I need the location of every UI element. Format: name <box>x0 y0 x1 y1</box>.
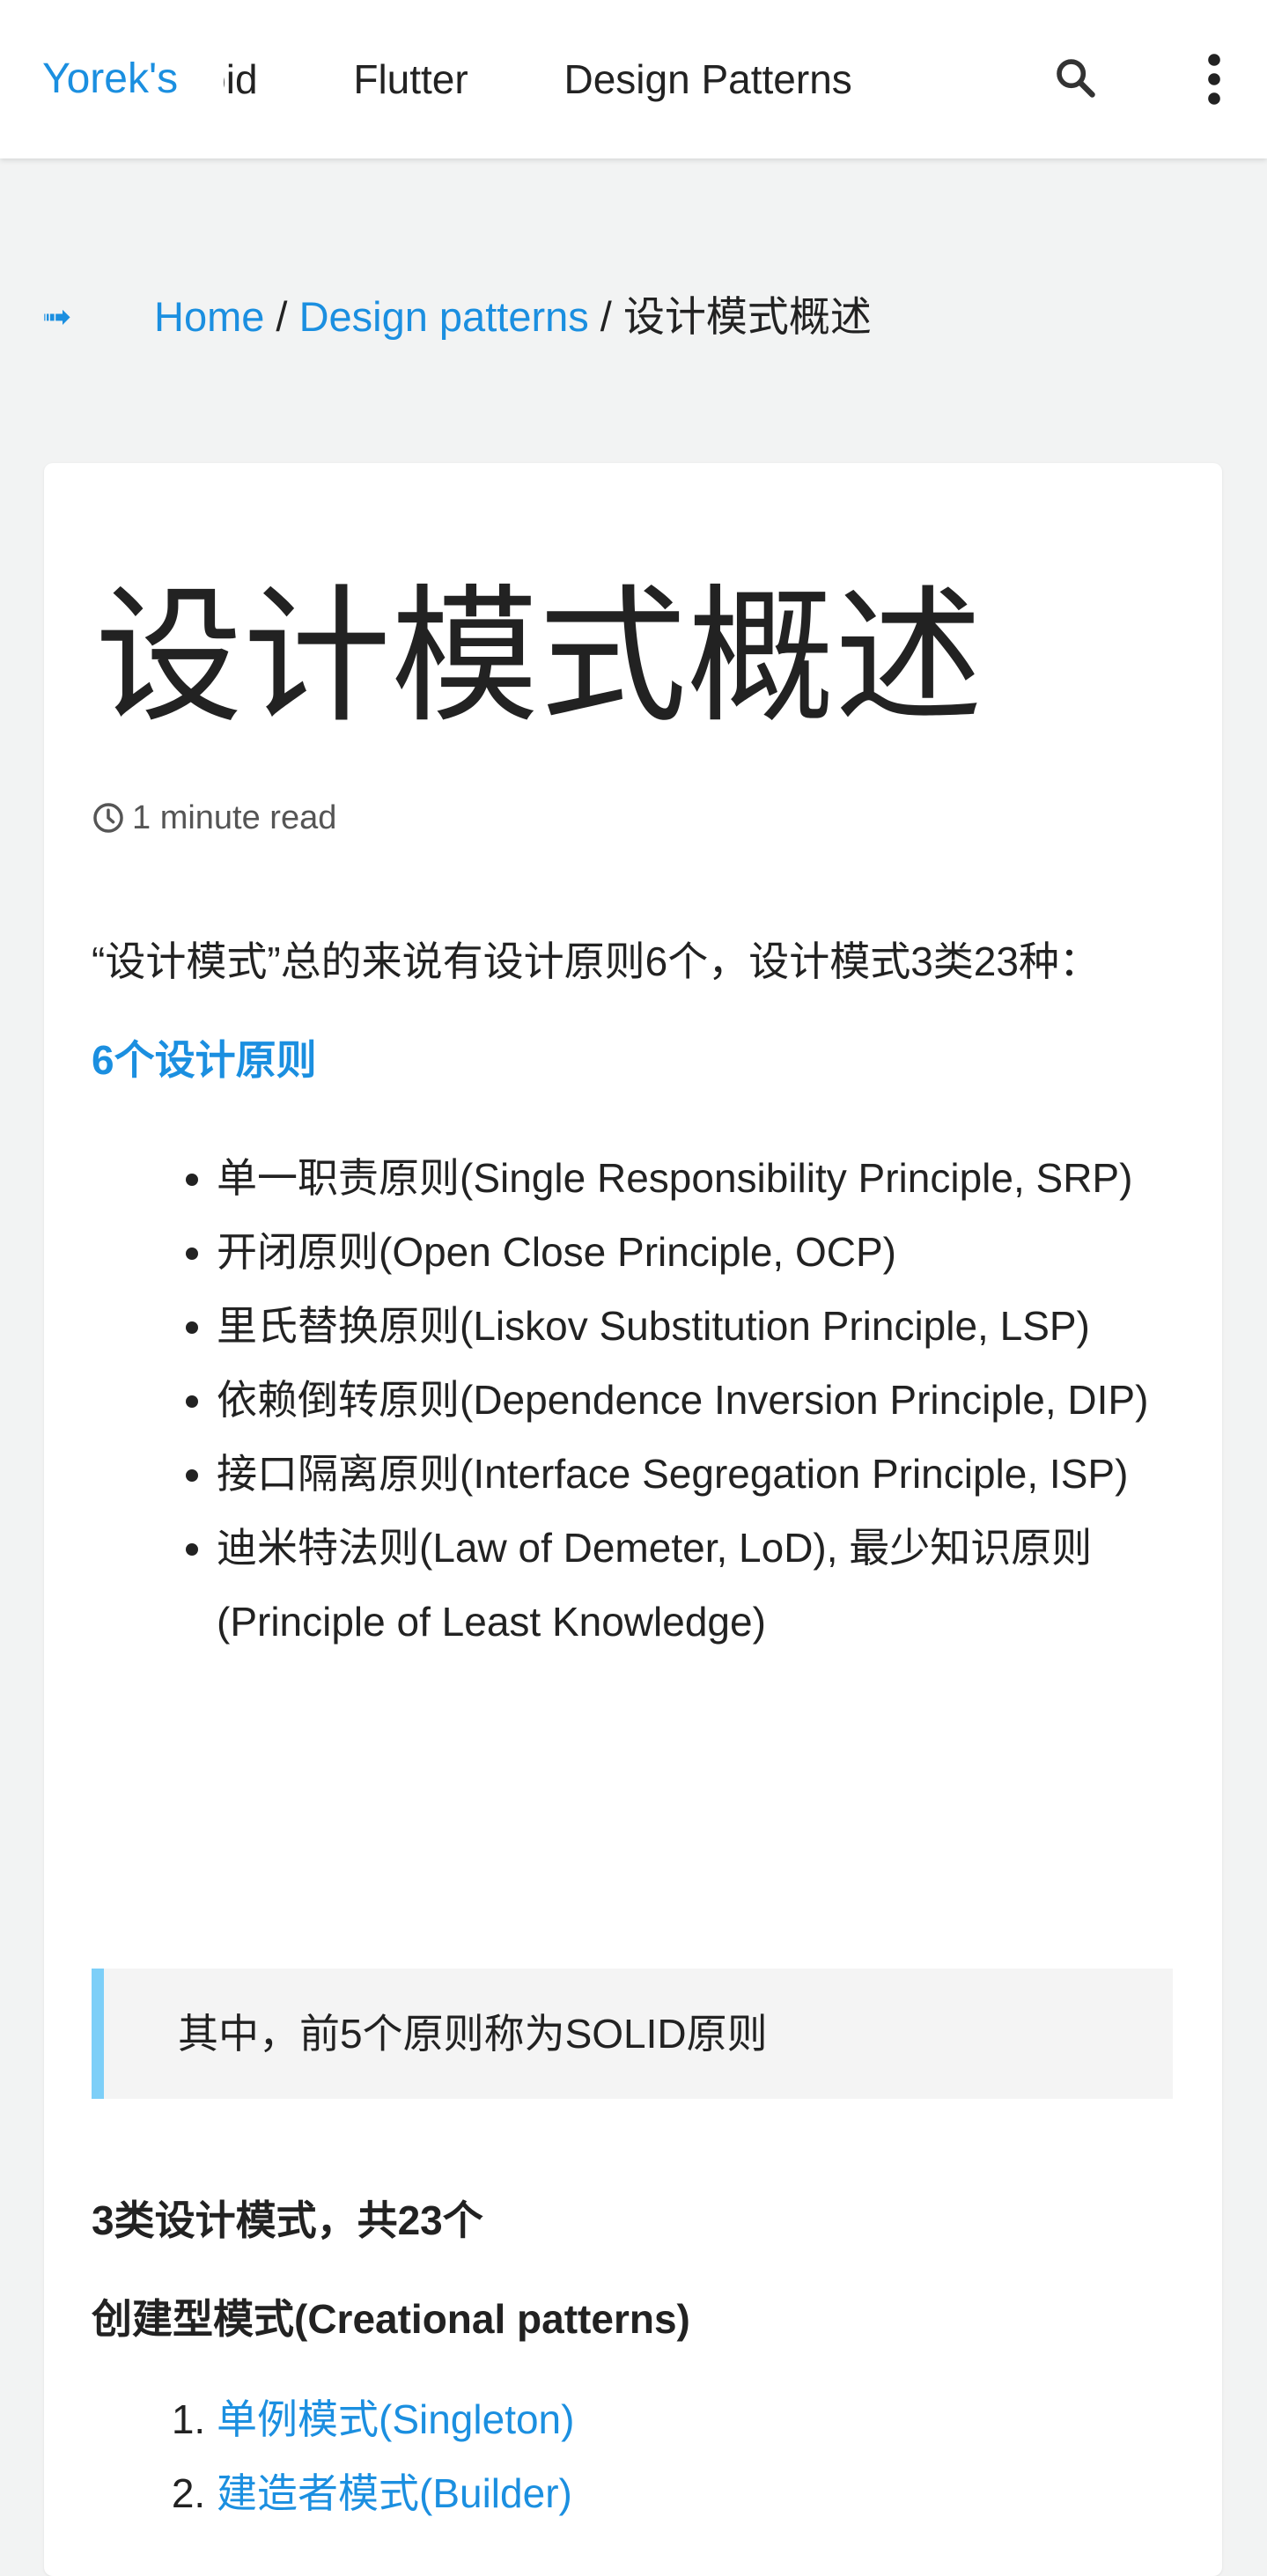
list-item: 迪米特法则(Law of Demeter, LoD), 最少知识原则(Princ… <box>217 1511 1192 1659</box>
breadcrumb-current: 设计模式概述 <box>622 293 872 340</box>
masthead: Yorek's Android Flutter Design Patterns <box>0 0 1267 158</box>
search-icon <box>1057 59 1095 98</box>
nav-item-android[interactable]: Android <box>224 53 258 106</box>
creational-heading: 创建型模式(Creational patterns) <box>92 2296 690 2342</box>
list-item: 里氏替换原则(Liskov Substitution Principle, LS… <box>217 1289 1192 1363</box>
vertical-dots-icon <box>1208 54 1220 105</box>
site-title-link[interactable]: Yorek's <box>42 53 178 106</box>
page-title: 设计模式概述 <box>95 574 983 740</box>
callout-text: 其中，前5个原则称为SOLID原则 <box>178 2011 768 2057</box>
main-nav: Android Flutter Design Patterns <box>224 53 972 106</box>
nav-item-design-patterns[interactable]: Design Patterns <box>564 53 852 106</box>
patterns-heading: 3类设计模式，共23个 <box>92 2197 483 2243</box>
more-menu-button[interactable] <box>1188 53 1241 106</box>
solid-callout: 其中，前5个原则称为SOLID原则 <box>92 1969 1173 2099</box>
principles-heading[interactable]: 6个设计原则 <box>92 1034 317 1086</box>
list-item: 接口隔离原则(Interface Segregation Principle, … <box>217 1437 1192 1511</box>
read-time-label: 1 minute read <box>132 799 337 836</box>
breadcrumb-trail: Home / Design patterns / 设计模式概述 <box>154 291 872 343</box>
search-button[interactable] <box>1049 51 1101 104</box>
nav-item-flutter[interactable]: Flutter <box>353 53 468 106</box>
builder-link[interactable]: 建造者模式(Builder) <box>217 2470 572 2516</box>
list-item: 开闭原则(Open Close Principle, OCP) <box>217 1215 1192 1289</box>
creational-patterns-list: 单例模式(Singleton) 建造者模式(Builder) <box>92 2382 1192 2530</box>
article-card: 设计模式概述 1 minute read “设计模式”总的来说有设计原则6个，设… <box>44 463 1222 2576</box>
clock-icon <box>93 803 123 833</box>
principles-list: 单一职责原则(Single Responsibility Principle, … <box>92 1141 1192 1659</box>
breadcrumb-home-link[interactable]: Home <box>154 293 264 340</box>
breadcrumb-separator: / <box>588 293 623 340</box>
nav-track: Android Flutter Design Patterns <box>224 53 937 106</box>
breadcrumb-arrow-icon: ➟ <box>42 298 72 336</box>
breadcrumb-category-link[interactable]: Design patterns <box>299 293 589 340</box>
list-item: 建造者模式(Builder) <box>217 2456 1192 2530</box>
singleton-link[interactable]: 单例模式(Singleton) <box>217 2396 574 2442</box>
intro-paragraph: “设计模式”总的来说有设计原则6个，设计模式3类23种： <box>92 938 1100 984</box>
list-item: 单例模式(Singleton) <box>217 2382 1192 2456</box>
read-time: 1 minute read <box>92 796 336 840</box>
list-item: 单一职责原则(Single Responsibility Principle, … <box>217 1141 1192 1215</box>
list-item: 依赖倒转原则(Dependence Inversion Principle, D… <box>217 1363 1192 1437</box>
breadcrumb-separator: / <box>264 293 299 340</box>
